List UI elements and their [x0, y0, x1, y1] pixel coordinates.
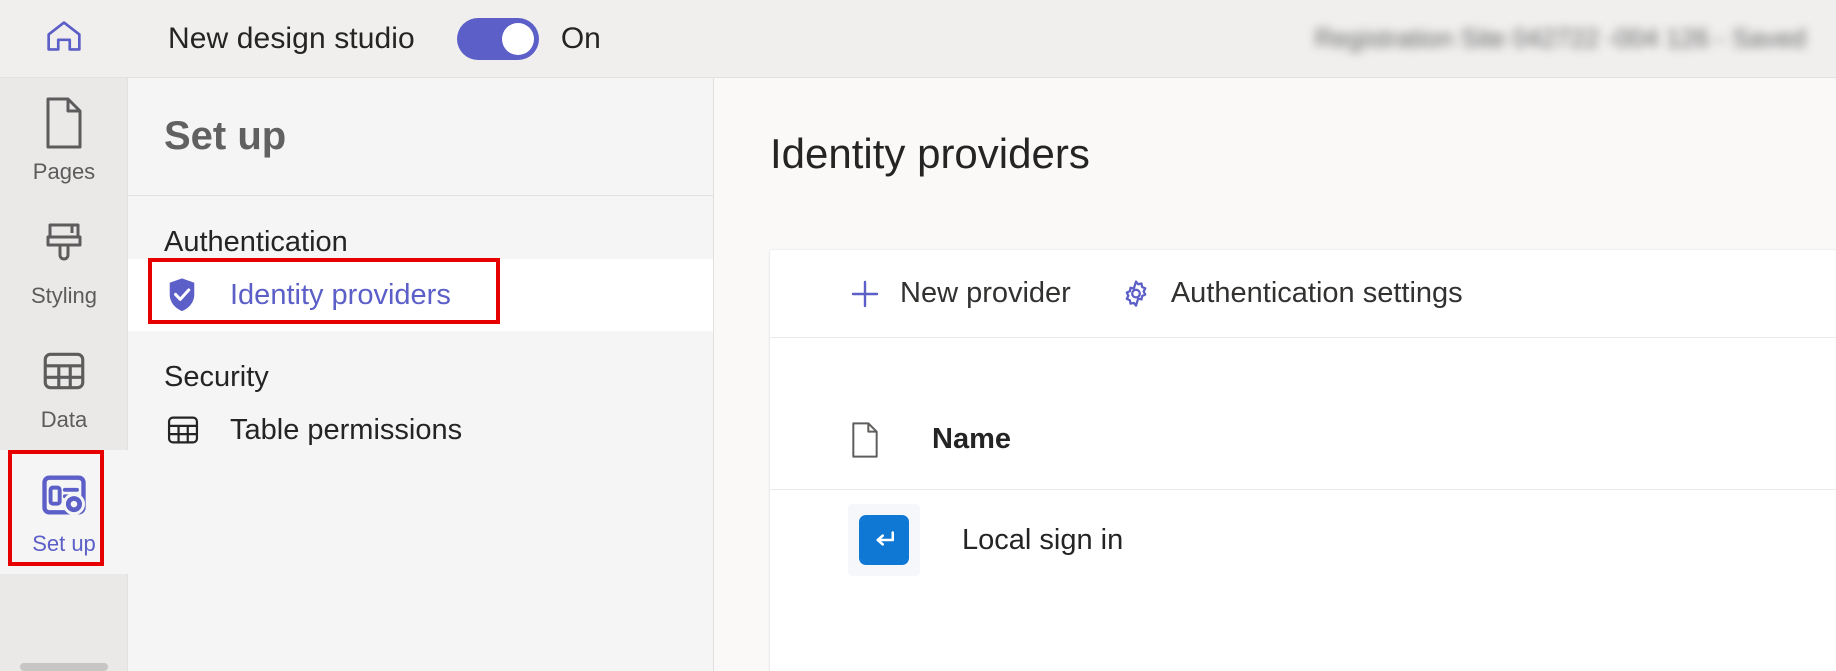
gear-icon — [1119, 277, 1153, 311]
rail-label-styling: Styling — [31, 283, 97, 309]
rail-label-data: Data — [41, 407, 87, 433]
column-header-name[interactable]: Name — [932, 423, 1011, 456]
paintbrush-icon — [40, 219, 88, 275]
shield-check-icon — [164, 276, 208, 314]
document-status: Registration Site 042722 -004 126 - Save… — [1315, 23, 1806, 54]
authentication-settings-button[interactable]: Authentication settings — [1119, 277, 1463, 311]
sidebar-label-identity-providers: Identity providers — [230, 279, 451, 312]
sidebar-label-table-permissions: Table permissions — [230, 414, 462, 447]
setup-icon — [38, 467, 90, 523]
home-button[interactable] — [0, 0, 128, 78]
sidebar-item-identity-providers[interactable]: Identity providers — [128, 259, 713, 331]
rail-item-data[interactable]: Data — [0, 326, 128, 450]
setup-panel: Set up Authentication Identity providers… — [128, 78, 714, 671]
home-icon — [41, 13, 87, 64]
table-header-row: Name — [770, 390, 1836, 490]
toggle-knob — [502, 23, 534, 55]
page-icon — [40, 95, 88, 151]
left-rail: Pages Styling Data — [0, 78, 128, 671]
new-provider-label: New provider — [900, 277, 1071, 310]
main-content: Identity providers New provider — [714, 78, 1836, 671]
rail-item-styling[interactable]: Styling — [0, 202, 128, 326]
table-row[interactable]: Local sign in — [770, 490, 1836, 590]
rail-scrollbar[interactable] — [20, 663, 108, 671]
row-label-local-sign-in: Local sign in — [962, 524, 1123, 557]
identity-providers-card: New provider Authentication settings — [770, 250, 1836, 671]
plus-icon — [848, 277, 882, 311]
table-icon — [39, 343, 89, 399]
rail-item-setup[interactable]: Set up — [0, 450, 128, 574]
rail-item-pages[interactable]: Pages — [0, 78, 128, 202]
rail-label-pages: Pages — [33, 159, 95, 185]
group-heading-authentication: Authentication — [128, 196, 713, 259]
design-studio-toggle-group[interactable]: On — [457, 18, 601, 60]
top-bar: New design studio On Registration Site 0… — [0, 0, 1836, 78]
rail-label-setup: Set up — [32, 531, 96, 557]
setup-panel-header: Set up — [128, 78, 713, 196]
setup-panel-title: Set up — [164, 114, 286, 159]
page-title: Identity providers — [714, 78, 1836, 178]
command-bar: New provider Authentication settings — [770, 250, 1836, 338]
toggle-state-label: On — [561, 22, 601, 56]
design-studio-toggle[interactable] — [457, 18, 539, 60]
authentication-settings-label: Authentication settings — [1171, 277, 1463, 310]
table-icon — [164, 411, 208, 449]
app-title: New design studio — [168, 22, 415, 56]
new-provider-button[interactable]: New provider — [848, 277, 1071, 311]
group-heading-security: Security — [128, 331, 713, 394]
local-signin-icon-glyph — [859, 515, 909, 565]
sidebar-item-table-permissions[interactable]: Table permissions — [128, 394, 713, 466]
local-signin-icon — [848, 504, 920, 576]
document-icon — [848, 420, 890, 460]
